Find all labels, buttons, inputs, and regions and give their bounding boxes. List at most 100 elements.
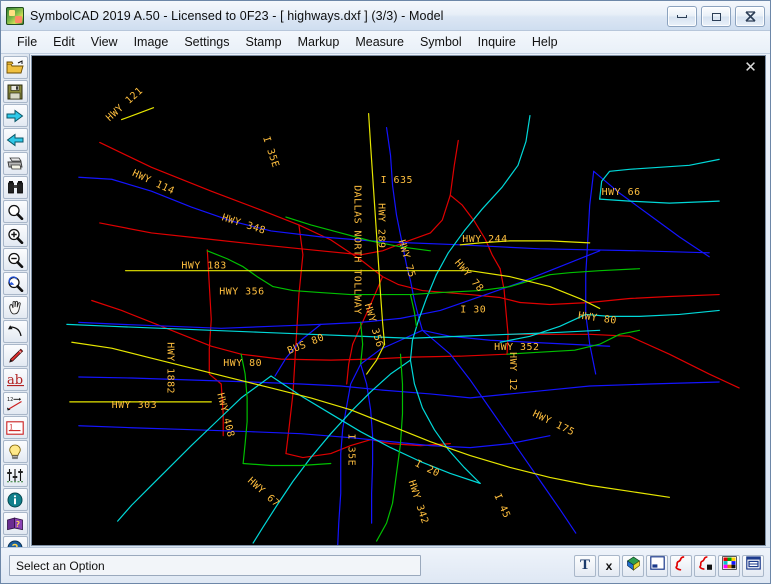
undo-arrow-icon [7,324,24,339]
info-icon [7,492,23,508]
highway-label: I 35E [346,434,357,466]
count-number-icon: 1 [6,420,24,435]
text-ab-icon: ab [6,372,25,387]
next-button[interactable] [2,104,28,127]
save-disk-icon [7,84,23,100]
menu-file[interactable]: File [9,33,45,51]
close-icon [736,7,764,26]
save-button[interactable] [2,80,28,103]
color-palette-icon [721,556,737,575]
highway-label: HWY 78 [452,258,485,295]
highway-label: HWY 408 [214,392,236,439]
canvas-close-icon[interactable]: ✕ [743,60,758,75]
arrow-left-icon [6,133,24,147]
layers-button[interactable] [2,440,28,463]
redline-button[interactable] [670,554,692,577]
highway-label: I 20 [413,458,441,479]
zoom-in-icon [7,228,24,244]
drawing-canvas[interactable]: ✕ HWY 121 I 35E HWY 114 HWY 348 I 635 HW… [31,55,766,546]
svg-text:ab: ab [7,373,23,387]
highway-label: HWY 1882 [164,342,175,394]
menu-settings[interactable]: Settings [176,33,237,51]
highway-label: HWY 289 [376,203,387,248]
highway-label: HWY 244 [462,234,507,245]
3d-cube-icon [626,556,641,576]
zoom-window-button[interactable] [2,200,28,223]
menu-image[interactable]: Image [126,33,177,51]
highway-label: I 45 [491,492,512,520]
application-window: SymbolCAD 2019 A.50 - Licensed to 0F23 -… [0,0,771,584]
maximize-restore-button[interactable] [701,6,731,27]
symbolcad-logo-icon [6,6,24,25]
count-button[interactable]: 1 [2,416,28,439]
text-tool-icon: T [579,557,590,573]
window-title: SymbolCAD 2019 A.50 - Licensed to 0F23 -… [30,8,444,23]
maximize-icon [702,7,730,26]
menu-inquire[interactable]: Inquire [470,33,524,51]
zoom-out-icon [7,252,24,268]
highway-label: DALLAS NORTH TOLLWAY [352,185,363,314]
zoom-previous-icon [7,275,24,292]
menu-bar: File Edit View Image Settings Stamp Mark… [1,31,770,54]
highway-label: HWY 303 [112,400,157,411]
window-controls [667,6,765,27]
pencil-icon [7,348,24,364]
us-highway-lines [91,139,740,459]
highway-label: HWY 66 [602,187,641,198]
menu-stamp[interactable]: Stamp [238,33,290,51]
close-button[interactable] [735,6,765,27]
menu-measure[interactable]: Measure [347,33,412,51]
svg-text:12: 12 [7,397,13,403]
zoom-previous-button[interactable] [2,272,28,295]
text-tool-button[interactable]: T [574,554,596,577]
measure-button[interactable]: 12 [2,392,28,415]
highway-label: HWY 75 [396,239,417,279]
redline-icon [674,555,688,576]
status-bar: Select an Option T x [1,547,770,583]
undo-button[interactable] [2,320,28,343]
highway-label: HWY 12 [507,352,518,391]
draw-button[interactable] [2,344,28,367]
adjust-button[interactable] [2,464,28,487]
info-button[interactable] [2,488,28,511]
menu-edit[interactable]: Edit [45,33,83,51]
close-x-icon: x [605,558,613,573]
zoom-out-button[interactable] [2,248,28,271]
pan-button[interactable] [2,296,28,319]
highway-label: HWY 80 [223,358,262,369]
highway-label: I 30 [460,304,486,315]
close-x-button[interactable]: x [598,554,620,577]
reference-button[interactable] [2,512,28,535]
binoculars-icon [7,180,24,195]
highway-label: HWY 175 [531,409,577,439]
text-button[interactable]: ab [2,368,28,391]
color-palette-button[interactable] [718,554,740,577]
print-button[interactable] [2,152,28,175]
menu-markup[interactable]: Markup [290,33,348,51]
road-network [66,107,740,545]
raster-view-button[interactable] [742,554,764,577]
title-bar: SymbolCAD 2019 A.50 - Licensed to 0F23 -… [1,1,770,31]
minimize-button[interactable] [667,6,697,27]
previous-button[interactable] [2,128,28,151]
magnifier-icon [7,204,24,220]
highway-label: HWY 356 [219,287,264,298]
zoom-in-button[interactable] [2,224,28,247]
left-toolbar: ab 12 1 [1,54,30,559]
printer-icon [6,156,24,171]
menu-view[interactable]: View [83,33,126,51]
find-button[interactable] [2,176,28,199]
menu-symbol[interactable]: Symbol [412,33,470,51]
minimize-icon [668,7,696,26]
3d-cube-button[interactable] [622,554,644,577]
redline-lock-icon [698,555,713,576]
highway-map-drawing: HWY 121 I 35E HWY 114 HWY 348 I 635 HWY … [66,85,740,545]
redline-lock-button[interactable] [694,554,716,577]
window-layout-button[interactable] [646,554,668,577]
book-icon [6,516,24,531]
open-folder-icon [6,60,24,75]
raster-view-icon [745,556,761,575]
open-folder-button[interactable] [2,56,28,79]
menu-help[interactable]: Help [524,33,566,51]
highway-label: HWY 114 [130,168,176,197]
